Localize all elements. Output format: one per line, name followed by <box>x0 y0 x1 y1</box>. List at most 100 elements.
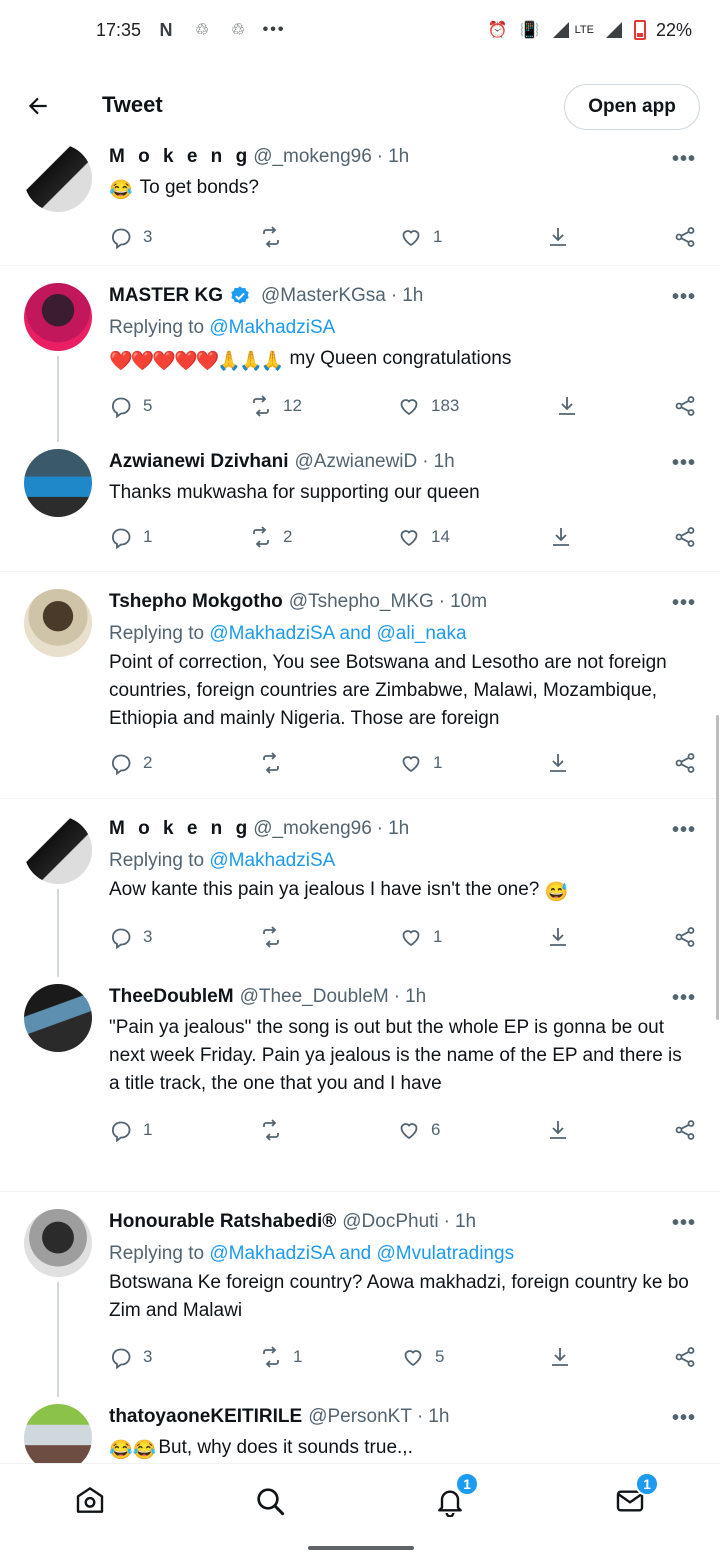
like-button[interactable]: 1 <box>399 225 442 249</box>
more-options-icon[interactable]: ••• <box>672 1407 696 1430</box>
reply-button[interactable]: 1 <box>109 1118 152 1142</box>
retweet-button[interactable]: 2 <box>249 525 292 549</box>
author-name[interactable]: TheeDoubleM <box>109 984 234 1010</box>
avatar[interactable] <box>24 984 92 1052</box>
gesture-bar[interactable] <box>308 1546 414 1550</box>
retweet-icon <box>263 752 279 774</box>
bookmark-button[interactable] <box>546 751 570 775</box>
tweet-item[interactable]: ••• M o k e n g @_mokeng96 · 1h Replying… <box>0 799 720 977</box>
like-button[interactable]: 6 <box>397 1118 440 1142</box>
tweet-item[interactable]: ••• thatoyaoneKEITIRILE @PersonKT · 1h 😂… <box>0 1387 720 1463</box>
avatar[interactable] <box>24 1404 92 1463</box>
tweet-feed[interactable]: ••• M o k e n g @_mokeng96 · 1h 😂 To get… <box>0 140 720 1463</box>
open-app-button[interactable]: Open app <box>564 84 700 130</box>
author-handle[interactable]: @AzwianewiD <box>294 449 417 475</box>
search-tab[interactable] <box>253 1484 287 1518</box>
more-options-icon[interactable]: ••• <box>672 819 696 842</box>
reply-button[interactable]: 5 <box>109 394 152 418</box>
tweet-text: "Pain ya jealous" the song is out but th… <box>109 1017 682 1094</box>
reply-icon <box>112 754 131 775</box>
author-name[interactable]: Tshepho Mokgotho <box>109 589 283 615</box>
tweet-item[interactable]: ••• MASTER KG @MasterKGsa · 1h Replying … <box>0 266 720 442</box>
avatar[interactable] <box>24 283 92 351</box>
tweet-item[interactable]: ••• Azwianewi Dzivhani @AzwianewiD · 1h … <box>0 432 720 572</box>
like-button[interactable]: 1 <box>399 751 442 775</box>
author-handle[interactable]: @_mokeng96 <box>253 144 372 170</box>
recycle-icon: ♲ <box>194 22 210 39</box>
avatar[interactable] <box>24 816 92 884</box>
reply-button[interactable]: 1 <box>109 525 152 549</box>
reply-mention-link[interactable]: @MakhadziSA and @Mvulatradings <box>209 1243 514 1264</box>
status-bar: 17:35 N ♲ ♲ ••• ⏰ 📳 LTE 22% <box>0 0 720 60</box>
reply-button[interactable]: 2 <box>109 751 152 775</box>
share-button[interactable] <box>673 751 697 775</box>
share-button[interactable] <box>673 925 697 949</box>
avatar[interactable] <box>24 144 92 212</box>
author-handle[interactable]: @DocPhuti <box>342 1209 438 1235</box>
share-button[interactable] <box>673 394 697 418</box>
reply-mention-link[interactable]: @MakhadziSA and @ali_naka <box>209 623 466 644</box>
bookmark-button[interactable] <box>549 525 573 549</box>
avatar[interactable] <box>24 449 92 517</box>
tweet-text: Aow kante this pain ya jealous I have is… <box>109 879 540 900</box>
like-button[interactable]: 5 <box>401 1345 444 1369</box>
like-button[interactable]: 183 <box>397 394 459 418</box>
retweet-button[interactable]: 1 <box>259 1345 302 1369</box>
tweet-item[interactable]: ••• Tshepho Mokgotho @Tshepho_MKG · 10m … <box>0 572 720 799</box>
home-tab[interactable] <box>73 1484 107 1518</box>
scrollbar[interactable] <box>716 715 719 1020</box>
share-button[interactable] <box>673 1345 697 1369</box>
more-options-icon[interactable]: ••• <box>672 148 696 171</box>
author-name[interactable]: MASTER KG <box>109 283 223 309</box>
retweet-button[interactable] <box>259 751 293 775</box>
tweet-item[interactable]: ••• Honourable Ratshabedi® @DocPhuti · 1… <box>0 1192 720 1397</box>
recycle-icon: ♲ <box>230 22 246 39</box>
more-options-icon[interactable]: ••• <box>672 452 696 475</box>
avatar[interactable] <box>24 589 92 657</box>
retweet-button[interactable] <box>259 225 293 249</box>
reply-mention-link[interactable]: @MakhadziSA <box>209 850 335 871</box>
messages-tab[interactable]: 1 <box>613 1472 659 1518</box>
more-options-icon[interactable]: ••• <box>672 1212 696 1235</box>
alarm-icon: ⏰ <box>487 22 508 39</box>
tweet-item[interactable]: ••• TheeDoubleM @Thee_DoubleM · 1h "Pain… <box>0 967 720 1192</box>
share-button[interactable] <box>673 225 697 249</box>
bookmark-button[interactable] <box>546 925 570 949</box>
author-handle[interactable]: @MasterKGsa <box>261 283 386 309</box>
author-name[interactable]: thatoyaoneKEITIRILE <box>109 1404 302 1430</box>
author-handle[interactable]: @_mokeng96 <box>253 816 372 842</box>
avatar[interactable] <box>24 1209 92 1277</box>
author-handle[interactable]: @Tshepho_MKG <box>289 589 434 615</box>
author-handle[interactable]: @Thee_DoubleM <box>240 984 389 1010</box>
reply-button[interactable]: 3 <box>109 1345 152 1369</box>
author-name[interactable]: M o k e n g <box>109 816 251 842</box>
reply-button[interactable]: 3 <box>109 925 152 949</box>
like-button[interactable]: 1 <box>399 925 442 949</box>
bookmark-button[interactable] <box>548 1345 572 1369</box>
reply-button[interactable]: 3 <box>109 225 152 249</box>
share-button[interactable] <box>673 1118 697 1142</box>
like-button[interactable]: 14 <box>397 525 450 549</box>
tweet-item[interactable]: ••• M o k e n g @_mokeng96 · 1h 😂 To get… <box>0 140 720 266</box>
retweet-button[interactable] <box>259 1118 293 1142</box>
replying-to: Replying to @MakhadziSA and @Mvulatradin… <box>109 1243 515 1264</box>
bookmark-button[interactable] <box>546 225 570 249</box>
author-handle[interactable]: @PersonKT <box>308 1404 412 1430</box>
notifications-tab[interactable]: 1 <box>433 1472 479 1518</box>
retweet-button[interactable]: 12 <box>249 394 302 418</box>
retweet-button[interactable] <box>259 925 293 949</box>
author-name[interactable]: M o k e n g <box>109 144 251 170</box>
bookmark-button[interactable] <box>555 394 579 418</box>
tweet-emoji: 😂😂 <box>109 1440 157 1461</box>
share-icon <box>675 1120 695 1140</box>
reply-mention-link[interactable]: @MakhadziSA <box>209 317 335 338</box>
author-name[interactable]: Honourable Ratshabedi® <box>109 1209 336 1235</box>
page-title: Tweet <box>102 92 163 117</box>
bookmark-button[interactable] <box>546 1118 570 1142</box>
back-arrow-icon[interactable] <box>22 90 54 122</box>
more-options-icon[interactable]: ••• <box>672 592 696 615</box>
more-options-icon[interactable]: ••• <box>672 286 696 309</box>
author-name[interactable]: Azwianewi Dzivhani <box>109 449 288 475</box>
more-options-icon[interactable]: ••• <box>672 987 696 1010</box>
share-button[interactable] <box>673 525 697 549</box>
